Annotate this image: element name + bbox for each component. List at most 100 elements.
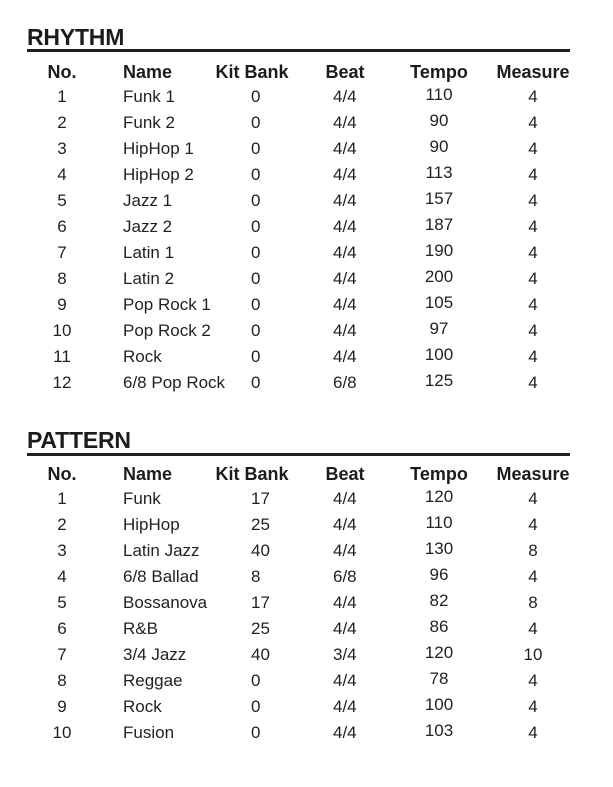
cell-measure: 4	[528, 723, 538, 742]
cell-beat: 4/4	[333, 489, 357, 508]
cell-name: HipHop	[123, 515, 180, 534]
pattern-title: PATTERN	[27, 427, 131, 453]
cell-beat: 4/4	[333, 87, 357, 106]
table-row: 9 Pop Rock 1 0 4/4 105 4	[0, 293, 613, 319]
table-row: 11 Rock 0 4/4 100 4	[0, 345, 613, 371]
cell-tempo: 82	[429, 591, 449, 610]
cell-measure: 4	[528, 295, 538, 314]
table-row: 9 Rock 0 4/4 100 4	[0, 695, 613, 721]
cell-tempo: 97	[429, 319, 449, 338]
cell-name: Latin Jazz	[123, 541, 200, 560]
cell-tempo: 100	[424, 695, 454, 714]
cell-kit-bank: 25	[251, 515, 270, 534]
cell-tempo: 110	[425, 513, 453, 532]
cell-beat: 3/4	[333, 645, 357, 664]
cell-name: Rock	[123, 347, 162, 366]
cell-no: 11	[53, 347, 71, 366]
cell-name: Pop Rock 1	[123, 295, 211, 314]
cell-beat: 4/4	[333, 165, 357, 184]
cell-no: 8	[57, 269, 67, 288]
cell-beat: 4/4	[333, 269, 357, 288]
cell-no: 7	[57, 243, 67, 262]
cell-name: Latin 2	[123, 269, 175, 288]
cell-no: 1	[57, 87, 67, 106]
cell-kit-bank: 17	[251, 489, 270, 508]
cell-no: 10	[52, 321, 72, 340]
cell-no: 9	[57, 697, 67, 716]
header-kit-bank: Kit Bank	[215, 464, 289, 484]
cell-kit-bank: 0	[251, 723, 261, 742]
cell-measure: 4	[528, 619, 538, 638]
cell-beat: 4/4	[333, 295, 357, 314]
cell-beat: 4/4	[333, 347, 357, 366]
cell-measure: 4	[528, 269, 538, 288]
cell-beat: 4/4	[333, 515, 357, 534]
cell-beat: 6/8	[333, 567, 357, 586]
cell-measure: 8	[528, 593, 538, 612]
cell-name: 6/8 Ballad	[123, 567, 199, 586]
table-row: 6 Jazz 2 0 4/4 187 4	[0, 215, 613, 241]
cell-no: 6	[57, 217, 67, 236]
cell-measure: 4	[528, 671, 538, 690]
cell-measure: 4	[528, 113, 538, 132]
cell-measure: 4	[528, 567, 538, 586]
cell-beat: 4/4	[333, 723, 357, 742]
cell-measure: 8	[528, 541, 538, 560]
table-row: 6 R&B 25 4/4 86 4	[0, 617, 613, 643]
cell-tempo: 130	[424, 539, 454, 558]
cell-measure: 4	[528, 321, 538, 340]
cell-no: 12	[52, 373, 72, 392]
table-row: 2 Funk 2 0 4/4 90 4	[0, 111, 613, 137]
header-beat: Beat	[325, 62, 365, 82]
pattern-divider	[27, 453, 570, 456]
cell-tempo: 90	[429, 111, 449, 130]
table-row: 10 Pop Rock 2 0 4/4 97 4	[0, 319, 613, 345]
cell-kit-bank: 0	[251, 347, 261, 366]
cell-kit-bank: 0	[251, 113, 261, 132]
table-row: 3 Latin Jazz 40 4/4 130 8	[0, 539, 613, 565]
cell-beat: 4/4	[333, 671, 357, 690]
header-kit-bank: Kit Bank	[215, 62, 289, 82]
cell-tempo: 100	[424, 345, 454, 364]
cell-tempo: 78	[429, 669, 449, 688]
cell-kit-bank: 0	[251, 671, 261, 690]
cell-tempo: 105	[424, 293, 454, 312]
table-row: 8 Reggae 0 4/4 78 4	[0, 669, 613, 695]
cell-no: 5	[57, 593, 67, 612]
cell-no: 3	[57, 541, 67, 560]
cell-name: Reggae	[123, 671, 183, 690]
cell-measure: 4	[528, 373, 538, 392]
cell-tempo: 96	[429, 565, 449, 584]
header-name: Name	[123, 464, 173, 484]
cell-beat: 4/4	[333, 139, 357, 158]
cell-kit-bank: 0	[251, 373, 261, 392]
cell-name: Funk 2	[123, 113, 175, 132]
cell-measure: 4	[528, 243, 538, 262]
cell-measure: 4	[528, 217, 538, 236]
cell-measure: 4	[528, 697, 538, 716]
cell-tempo: 187	[424, 215, 454, 234]
table-row: 5 Bossanova 17 4/4 82 8	[0, 591, 613, 617]
cell-name: Funk	[123, 489, 161, 508]
cell-kit-bank: 0	[251, 165, 261, 184]
cell-kit-bank: 0	[251, 697, 261, 716]
cell-beat: 4/4	[333, 541, 357, 560]
cell-name: Jazz 2	[123, 217, 173, 236]
cell-measure: 10	[523, 645, 543, 664]
table-row: 5 Jazz 1 0 4/4 157 4	[0, 189, 613, 215]
header-measure: Measure	[496, 464, 570, 484]
cell-no: 3	[57, 139, 67, 158]
cell-tempo: 120	[424, 643, 454, 662]
cell-tempo: 157	[424, 189, 454, 208]
cell-measure: 4	[528, 165, 538, 184]
cell-beat: 4/4	[333, 593, 357, 612]
cell-no: 4	[57, 165, 67, 184]
header-beat: Beat	[325, 464, 365, 484]
cell-tempo: 125	[424, 371, 454, 390]
cell-no: 7	[57, 645, 67, 664]
cell-kit-bank: 0	[251, 321, 261, 340]
cell-kit-bank: 17	[251, 593, 270, 612]
rhythm-divider	[27, 49, 570, 52]
cell-kit-bank: 0	[251, 269, 261, 288]
cell-name: Pop Rock 2	[123, 321, 211, 340]
